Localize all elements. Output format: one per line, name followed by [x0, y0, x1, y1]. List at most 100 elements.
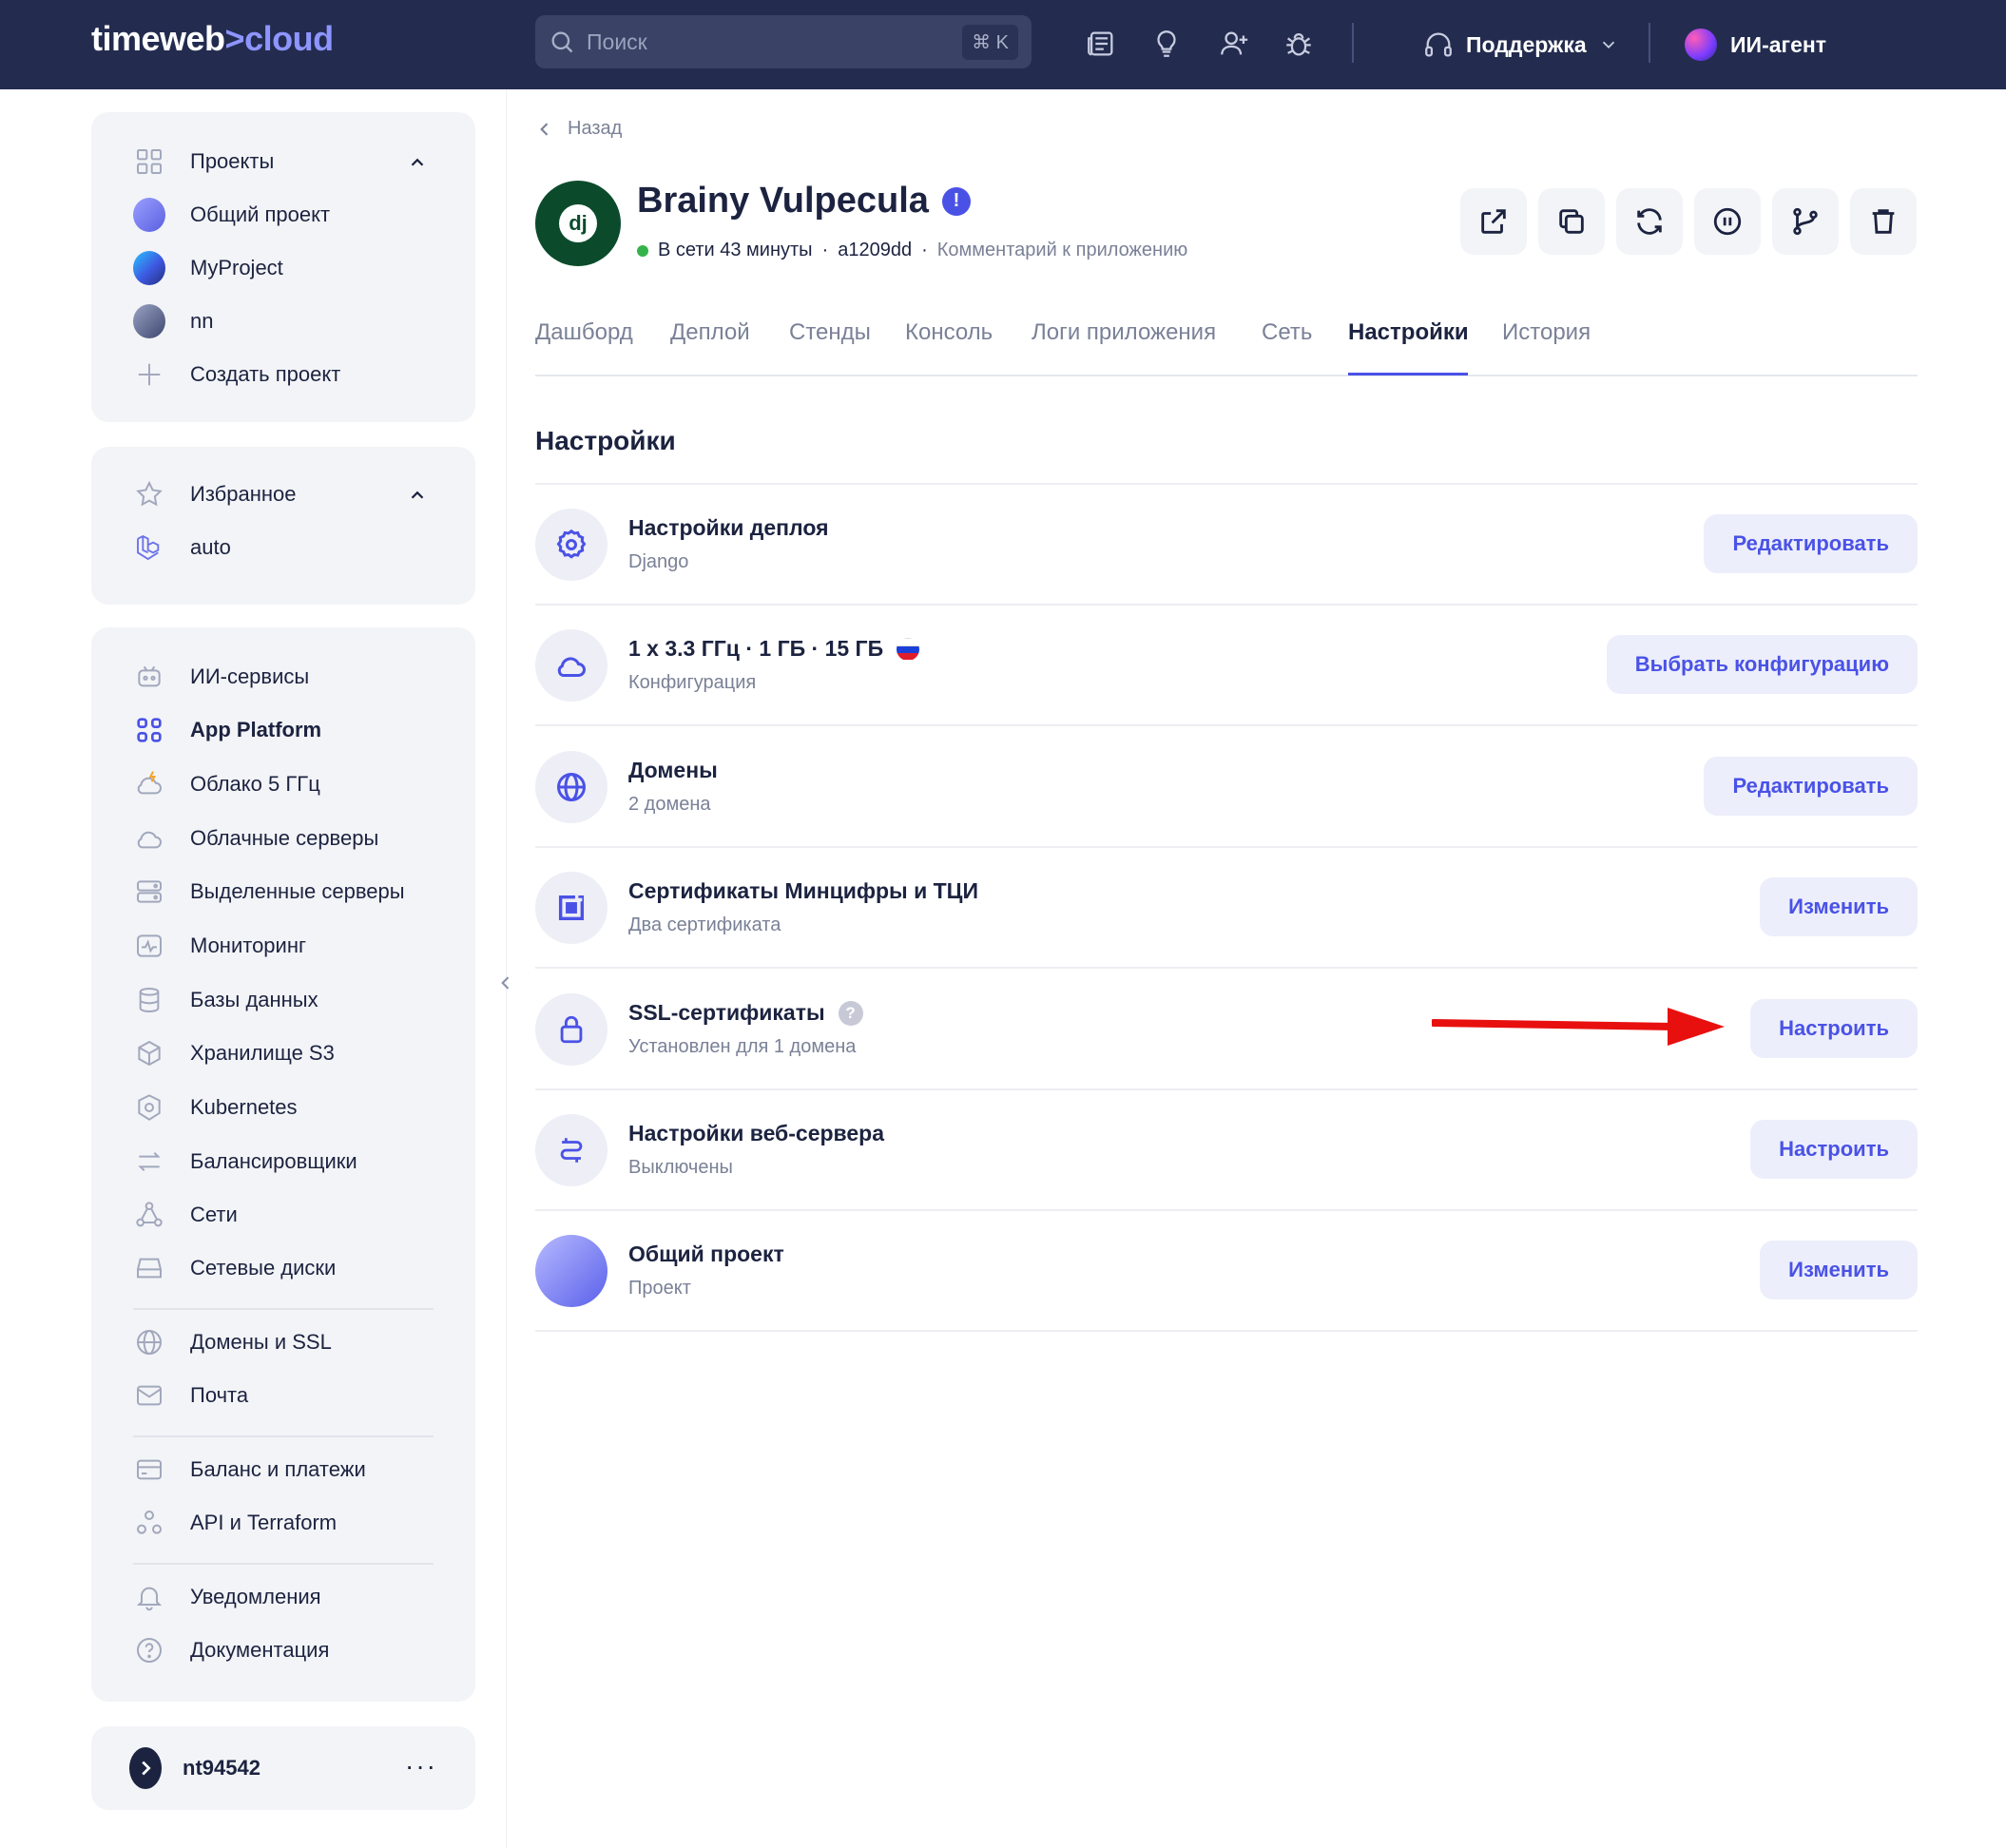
- tab-history[interactable]: История: [1502, 319, 1591, 346]
- sidebar-item-network-disks[interactable]: Сетевые диски: [133, 1249, 336, 1287]
- logo-separator: >: [224, 19, 245, 58]
- git-branch-icon: [1793, 207, 1818, 236]
- configure-webserver-button[interactable]: Настроить: [1750, 1120, 1918, 1179]
- branch-button[interactable]: [1772, 188, 1839, 255]
- account-item[interactable]: nt94542: [129, 1747, 260, 1789]
- timeweb-cloud-logo[interactable]: timeweb>cloud: [91, 19, 334, 59]
- sidebar-item-app-platform[interactable]: App Platform: [133, 711, 321, 749]
- tab-console[interactable]: Консоль: [905, 319, 993, 346]
- ai-agent-label: ИИ-агент: [1730, 31, 1827, 57]
- tab-deploy[interactable]: Деплой: [670, 319, 750, 346]
- certificate-icon: [535, 872, 608, 944]
- back-link[interactable]: Назад: [535, 118, 622, 140]
- help-icon[interactable]: ?: [838, 1000, 863, 1026]
- sidebar-divider: [133, 1308, 434, 1310]
- sidebar-item-documentation[interactable]: Документация: [133, 1631, 329, 1669]
- row-subtitle: Проект: [628, 1278, 691, 1299]
- delete-button[interactable]: [1850, 188, 1917, 255]
- services-card: ИИ-сервисы App Platform Облако 5 ГГц Обл…: [91, 627, 475, 1702]
- collapse-sidebar-icon[interactable]: [496, 970, 515, 996]
- sidebar-item-balancers[interactable]: Балансировщики: [133, 1143, 357, 1181]
- change-project-button[interactable]: Изменить: [1760, 1241, 1918, 1299]
- row-title-text: 1 x 3.3 ГГц · 1 ГБ · 15 ГБ: [628, 636, 884, 661]
- sidebar-item-dedicated-servers[interactable]: Выделенные серверы: [133, 873, 405, 911]
- sidebar-item-billing[interactable]: Баланс и платежи: [133, 1451, 366, 1489]
- create-project-button[interactable]: Создать проект: [133, 356, 340, 394]
- search-input[interactable]: [587, 29, 963, 55]
- sidebar-project-myproject[interactable]: MyProject: [133, 249, 283, 287]
- sidebar-project-nn[interactable]: nn: [133, 302, 213, 340]
- sidebar-item-s3-storage[interactable]: Хранилище S3: [133, 1034, 335, 1072]
- sidebar-item-domains-ssl[interactable]: Домены и SSL: [133, 1323, 332, 1361]
- annotation-arrow: [1432, 1008, 1725, 1046]
- restart-button[interactable]: [1616, 188, 1683, 255]
- copy-button[interactable]: [1538, 188, 1605, 255]
- sidebar-item-notifications[interactable]: Уведомления: [133, 1578, 321, 1616]
- logo-cloud-text: cloud: [244, 19, 334, 58]
- ai-agent-button[interactable]: ИИ-агент: [1685, 21, 1826, 68]
- divider: [535, 604, 1918, 606]
- divider: [535, 1330, 1918, 1332]
- open-external-button[interactable]: [1460, 188, 1527, 255]
- database-icon: [133, 984, 165, 1016]
- search-box[interactable]: ⌘ K: [535, 15, 1032, 68]
- row-title-text: SSL-сертификаты: [628, 1000, 825, 1025]
- change-certificates-button[interactable]: Изменить: [1760, 877, 1918, 936]
- news-icon[interactable]: [1080, 23, 1122, 65]
- row-subtitle: Выключены: [628, 1157, 733, 1178]
- chevron-up-icon[interactable]: [407, 485, 428, 506]
- chevron-left-icon: [540, 122, 549, 136]
- chevron-up-icon[interactable]: [407, 152, 428, 173]
- account-menu-button[interactable]: ···: [405, 1751, 437, 1781]
- refresh-icon: [1637, 208, 1662, 235]
- favorite-item-auto[interactable]: auto: [133, 529, 231, 567]
- tab-app-logs[interactable]: Логи приложения: [1032, 319, 1216, 346]
- favorites-header[interactable]: Избранное: [133, 475, 297, 513]
- gear-icon: [535, 509, 608, 581]
- tab-stands[interactable]: Стенды: [789, 319, 871, 346]
- sidebar-item-label: Выделенные серверы: [190, 879, 405, 903]
- sidebar-item-cloud-servers[interactable]: Облачные серверы: [133, 819, 378, 857]
- app-commit[interactable]: a1209dd: [838, 240, 912, 261]
- back-label: Назад: [568, 118, 623, 139]
- card-icon: [133, 1453, 165, 1486]
- project-label: nn: [190, 309, 214, 333]
- sidebar-project-common[interactable]: Общий проект: [133, 196, 330, 234]
- sidebar-item-databases[interactable]: Базы данных: [133, 981, 318, 1019]
- lightning-cloud-icon: [133, 768, 165, 800]
- configure-ssl-button[interactable]: Настроить: [1750, 999, 1918, 1058]
- sidebar-item-ai-services[interactable]: ИИ-сервисы: [133, 658, 309, 696]
- warning-icon[interactable]: !: [941, 186, 971, 216]
- divider: [535, 846, 1918, 848]
- projects-header[interactable]: Проекты: [133, 143, 274, 181]
- bug-icon[interactable]: [1278, 23, 1320, 65]
- sidebar-item-label: Балансировщики: [190, 1149, 357, 1173]
- sidebar-divider: [133, 1435, 434, 1437]
- add-user-icon[interactable]: [1213, 23, 1255, 65]
- account-card[interactable]: nt94542 ···: [91, 1726, 475, 1810]
- sidebar-item-mail[interactable]: Почта: [133, 1376, 248, 1415]
- sidebar-item-monitoring[interactable]: Мониторинг: [133, 927, 306, 965]
- edit-domains-button[interactable]: Редактировать: [1704, 757, 1918, 816]
- monitoring-icon: [133, 930, 165, 962]
- pause-button[interactable]: [1694, 188, 1761, 255]
- tab-network[interactable]: Сеть: [1262, 319, 1312, 346]
- lightbulb-icon[interactable]: [1146, 23, 1187, 65]
- edit-deploy-settings-button[interactable]: Редактировать: [1704, 514, 1918, 573]
- tab-dashboard[interactable]: Дашборд: [535, 319, 633, 346]
- tab-settings[interactable]: Настройки: [1348, 319, 1469, 346]
- sidebar-item-api-terraform[interactable]: API и Terraform: [133, 1504, 337, 1542]
- account-avatar: [129, 1747, 162, 1789]
- app-comment[interactable]: Комментарий к приложению: [937, 240, 1187, 261]
- project-label: Общий проект: [190, 202, 331, 226]
- app-status: В сети 43 минуты: [658, 240, 813, 260]
- sidebar-item-cloud-5ghz[interactable]: Облако 5 ГГц: [133, 765, 320, 803]
- divider: [535, 967, 1918, 969]
- kubernetes-icon: [133, 1091, 165, 1124]
- support-menu[interactable]: Поддержка: [1422, 21, 1619, 68]
- row-title-text: Сертификаты Минцифры и ТЦИ: [628, 878, 978, 903]
- choose-configuration-button[interactable]: Выбрать конфигурацию: [1606, 635, 1918, 694]
- trash-icon: [1872, 209, 1895, 234]
- sidebar-item-networks[interactable]: Сети: [133, 1196, 238, 1234]
- sidebar-item-kubernetes[interactable]: Kubernetes: [133, 1088, 298, 1126]
